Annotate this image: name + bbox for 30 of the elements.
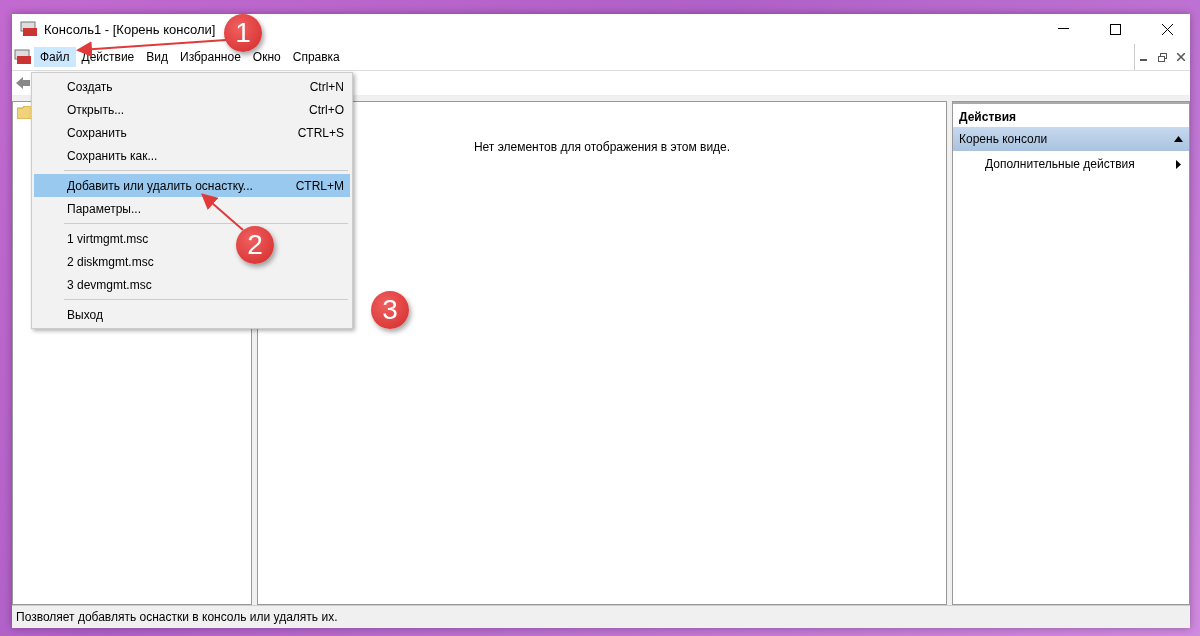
console-icon: [20, 21, 38, 37]
menu-option[interactable]: 1 virtmgmt.msc: [34, 227, 153, 250]
maximize-icon: [1109, 23, 1121, 35]
menu-option[interactable]: Создать Ctrl+N: [34, 75, 350, 98]
status-text: Позволяет добавлять оснастки в консоль или удалять их.: [15, 610, 338, 624]
back-icon[interactable]: [16, 77, 30, 89]
menu-item[interactable]: Файл: [34, 47, 76, 67]
menu-item[interactable]: Действие: [75, 47, 141, 67]
close-icon[interactable]: [1177, 53, 1185, 61]
collapse-icon[interactable]: [1174, 136, 1183, 142]
window-title: Консоль1 - [Корень консоли]: [44, 21, 216, 37]
annotation-arrow: [201, 193, 244, 231]
restore-icon[interactable]: [1158, 52, 1167, 62]
menu-option[interactable]: Добавить или удалить оснастку... CTRL+M: [34, 174, 350, 197]
menu-item[interactable]: Вид: [140, 47, 174, 67]
menu-option[interactable]: Параметры...: [34, 197, 145, 220]
console-icon: [14, 49, 32, 65]
menu-option[interactable]: 2 diskmgmt.msc: [34, 250, 158, 273]
action-item[interactable]: Дополнительные действия: [953, 151, 1189, 177]
menu-option[interactable]: Сохранить как...: [34, 144, 162, 167]
menu-item[interactable]: Справка: [286, 47, 346, 67]
submenu-arrow-icon: [1176, 159, 1181, 169]
menu-option[interactable]: Выход: [34, 303, 107, 326]
minimize-icon: [1057, 28, 1069, 30]
menu-option[interactable]: Открыть... Ctrl+O: [34, 98, 350, 121]
close-icon: [1161, 23, 1173, 35]
menu-option[interactable]: 3 devmgmt.msc: [34, 273, 156, 296]
menu-option[interactable]: Сохранить CTRL+S: [34, 121, 350, 144]
empty-message: Нет элементов для отображения в этом виде.: [473, 140, 731, 156]
actions-group-header[interactable]: Корень консоли: [953, 127, 1189, 151]
